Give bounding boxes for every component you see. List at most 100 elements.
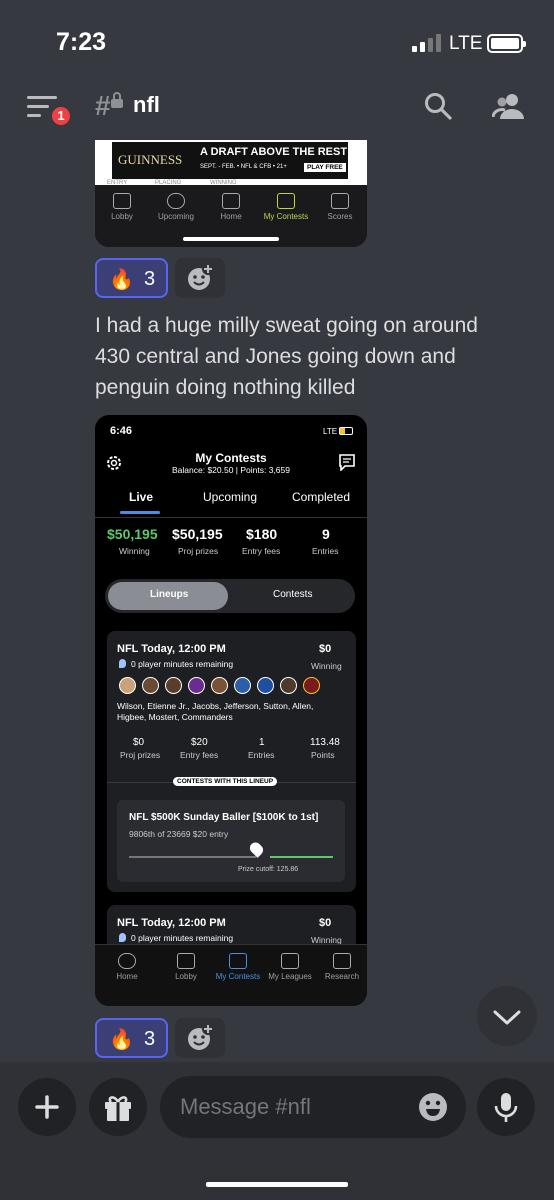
stat-proj-value: $50,195 bbox=[172, 526, 223, 542]
ad-subtext: SEPT. - FEB. • NFL & CFB • 21+ bbox=[200, 164, 287, 170]
search-icon[interactable] bbox=[424, 92, 452, 120]
contest-place: 9806th of 23669 $20 entry bbox=[129, 829, 229, 839]
lock-icon bbox=[111, 92, 123, 108]
lobby-icon bbox=[113, 193, 131, 209]
vs-icon bbox=[229, 953, 247, 969]
nav-home[interactable]: Home bbox=[203, 193, 259, 221]
toggle-contests[interactable]: Contests bbox=[273, 589, 312, 600]
contest-item[interactable]: NFL $500K Sunday Baller [$100K to 1st] 9… bbox=[117, 800, 345, 882]
reaction-count: 3 bbox=[144, 1028, 156, 1050]
nav-upcoming[interactable]: Upcoming bbox=[148, 193, 204, 221]
stat-fees-value: $180 bbox=[246, 526, 278, 542]
app-bottom-nav: Home Lobby My Contests My Leagues Resear… bbox=[95, 944, 367, 1006]
scoreboard-icon bbox=[331, 193, 349, 209]
player-avatar bbox=[211, 677, 228, 694]
home-icon bbox=[222, 193, 240, 209]
home-indicator bbox=[183, 237, 279, 241]
attached-screenshot-1[interactable]: GUINNESS A DRAFT ABOVE THE REST SEPT. - … bbox=[95, 140, 367, 247]
player-avatar bbox=[234, 677, 251, 694]
nav-research[interactable]: Research bbox=[314, 953, 367, 981]
stat-proj-label: Proj prizes bbox=[178, 546, 219, 556]
guinness-ad: GUINNESS A DRAFT ABOVE THE REST SEPT. - … bbox=[112, 142, 348, 179]
chevron-down-icon bbox=[493, 1010, 521, 1025]
message-placeholder: Message #nfl bbox=[180, 1094, 311, 1119]
phone-network: LTE bbox=[323, 427, 338, 436]
tab-upcoming[interactable]: Upcoming bbox=[203, 490, 257, 504]
add-reaction-button[interactable] bbox=[175, 258, 225, 298]
message-text: I had a huge milly sweat going on around… bbox=[95, 314, 478, 399]
jump-to-present-button[interactable] bbox=[477, 986, 537, 1046]
card-entries-value: 1 bbox=[259, 737, 265, 748]
card-winning-value: $0 bbox=[319, 917, 332, 929]
card-proj-label: Proj prizes bbox=[120, 750, 161, 760]
emoji-icon[interactable] bbox=[418, 1092, 448, 1122]
lineups-contests-toggle: Lineups Contests bbox=[105, 579, 355, 613]
battery-icon bbox=[487, 34, 526, 53]
toggle-lineups[interactable]: Lineups bbox=[150, 589, 188, 600]
microphone-icon bbox=[494, 1093, 518, 1122]
attached-screenshot-2[interactable]: 6:46 LTE My Contests Balance: $20.50 | P… bbox=[95, 415, 367, 1006]
nav-scores[interactable]: Scores bbox=[312, 193, 367, 221]
stat-winning-value: $50,195 bbox=[107, 526, 158, 542]
reaction-fire[interactable]: 🔥 3 bbox=[95, 258, 168, 298]
player-avatar bbox=[119, 677, 136, 694]
message-input[interactable]: Message #nfl bbox=[160, 1076, 466, 1138]
locked-channel-icon: # bbox=[95, 90, 111, 121]
voice-message-button[interactable] bbox=[477, 1078, 535, 1136]
lobby-door-icon bbox=[177, 953, 195, 969]
location-pin-icon bbox=[119, 659, 126, 668]
add-reaction-icon bbox=[188, 1023, 214, 1050]
card-proj-value: $0 bbox=[133, 737, 145, 748]
home-indicator bbox=[206, 1182, 348, 1187]
nav-my-contests[interactable]: My Contests bbox=[258, 193, 314, 221]
ad-cta: PLAY FREE bbox=[304, 163, 346, 172]
nav-lobby[interactable]: Lobby bbox=[158, 953, 214, 981]
fire-emoji: 🔥 bbox=[109, 1029, 134, 1051]
card-winning-label: Winning bbox=[311, 661, 342, 671]
tab-live[interactable]: Live bbox=[129, 490, 153, 504]
divider bbox=[95, 517, 367, 518]
contests-section-label: CONTESTS WITH THIS LINEUP bbox=[173, 777, 278, 786]
screen-title: My Contests bbox=[195, 451, 267, 465]
progress-prize-zone bbox=[270, 856, 333, 858]
stat-fees-label: Entry fees bbox=[242, 546, 281, 556]
channel-name: nfl bbox=[133, 92, 160, 117]
card-fees-label: Entry fees bbox=[180, 750, 219, 760]
nav-lobby[interactable]: Lobby bbox=[95, 193, 150, 221]
gift-icon bbox=[105, 1096, 131, 1121]
ad-banner: GUINNESS A DRAFT ABOVE THE REST SEPT. - … bbox=[95, 140, 367, 186]
members-icon[interactable] bbox=[492, 92, 526, 120]
players-line-1: Wilson, Etienne Jr., Jacobs, Jefferson, … bbox=[117, 701, 314, 711]
tab-completed[interactable]: Completed bbox=[292, 490, 350, 504]
lineup-card[interactable]: NFL Today, 12:00 PM 0 player minutes rem… bbox=[107, 631, 356, 892]
attach-button[interactable] bbox=[18, 1078, 76, 1136]
chat-icon[interactable] bbox=[338, 453, 356, 471]
player-avatar bbox=[257, 677, 274, 694]
card-entries-label: Entries bbox=[248, 750, 275, 760]
nav-home[interactable]: Home bbox=[99, 953, 155, 981]
player-avatar bbox=[188, 677, 205, 694]
notification-badge: 1 bbox=[49, 104, 73, 128]
balance-line: Balance: $20.50 | Points: 3,659 bbox=[172, 465, 290, 475]
status-time: 7:23 bbox=[56, 28, 107, 56]
reaction-fire[interactable]: 🔥 3 bbox=[95, 1018, 168, 1058]
composer-bar: Message #nfl bbox=[0, 1062, 554, 1200]
minutes-remaining: 0 player minutes remaining bbox=[131, 933, 234, 943]
add-reaction-button[interactable] bbox=[175, 1018, 225, 1058]
nav-my-leagues[interactable]: My Leagues bbox=[262, 953, 318, 981]
plus-icon bbox=[35, 1095, 59, 1119]
clock-icon bbox=[167, 193, 185, 209]
ad-headline: A DRAFT ABOVE THE REST bbox=[200, 146, 348, 158]
card-fees-value: $20 bbox=[191, 737, 208, 748]
nav-my-contests[interactable]: My Contests bbox=[210, 953, 266, 981]
team-logo-icon bbox=[303, 677, 320, 694]
phone-time: 6:46 bbox=[110, 425, 133, 437]
stat-entries-value: 9 bbox=[322, 526, 330, 542]
player-avatar bbox=[142, 677, 159, 694]
gift-button[interactable] bbox=[89, 1078, 147, 1136]
player-avatar bbox=[165, 677, 182, 694]
players-line-2: Higbee, Mostert, Commanders bbox=[117, 712, 233, 722]
ad-brand: GUINNESS bbox=[118, 152, 183, 167]
stat-entries-label: Entries bbox=[312, 546, 339, 556]
phone-battery-icon bbox=[339, 427, 353, 435]
